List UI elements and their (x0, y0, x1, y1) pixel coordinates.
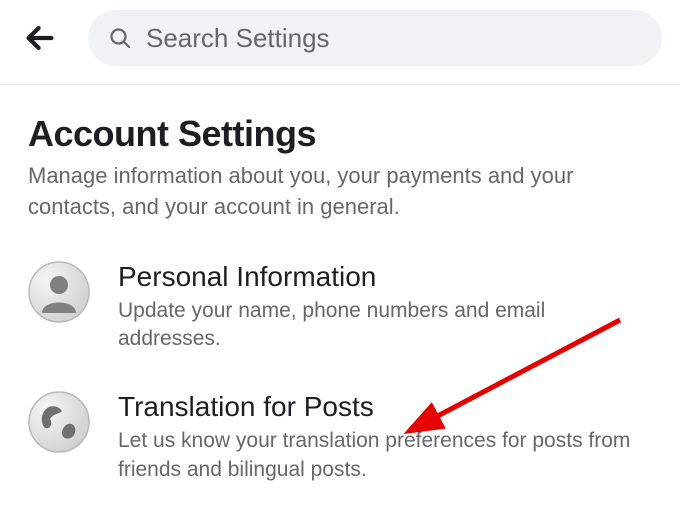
back-button[interactable] (18, 16, 62, 60)
content: Account Settings Manage information abou… (0, 85, 680, 484)
page-title: Account Settings (28, 113, 652, 155)
settings-item-translation-for-posts[interactable]: Translation for Posts Let us know your t… (28, 391, 652, 484)
globe-icon (28, 391, 90, 453)
item-title: Personal Information (118, 261, 652, 293)
person-icon (28, 261, 90, 323)
item-subtitle: Update your name, phone numbers and emai… (118, 297, 652, 354)
back-arrow-icon (23, 21, 57, 55)
search-icon (108, 26, 132, 50)
search-input[interactable] (146, 23, 642, 54)
item-text: Translation for Posts Let us know your t… (118, 391, 652, 484)
header (0, 0, 680, 85)
item-subtitle: Let us know your translation preferences… (118, 427, 652, 484)
item-text: Personal Information Update your name, p… (118, 261, 652, 354)
page-subtitle: Manage information about you, your payme… (28, 161, 652, 223)
item-title: Translation for Posts (118, 391, 652, 423)
settings-item-personal-information[interactable]: Personal Information Update your name, p… (28, 261, 652, 354)
search-bar[interactable] (88, 10, 662, 66)
